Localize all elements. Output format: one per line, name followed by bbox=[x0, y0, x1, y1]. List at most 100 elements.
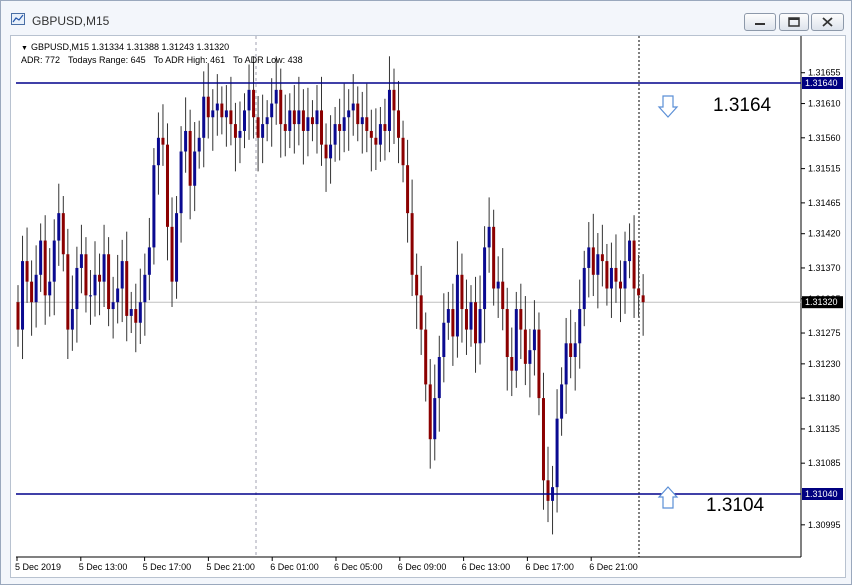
candle-body bbox=[320, 110, 324, 145]
candle-body bbox=[57, 213, 61, 241]
candle-body bbox=[573, 343, 577, 357]
candle-body bbox=[261, 124, 265, 138]
y-tick-label: 1.31465 bbox=[808, 198, 841, 208]
candle-body bbox=[415, 274, 419, 296]
x-tick-label: 6 Dec 01:00 bbox=[270, 562, 319, 572]
candle-body bbox=[238, 130, 242, 138]
candle-body bbox=[451, 309, 455, 337]
candle-body bbox=[383, 124, 387, 131]
level-badge-label: 1.31640 bbox=[805, 78, 838, 88]
candle-body bbox=[641, 295, 645, 303]
candle-body bbox=[369, 130, 373, 138]
candle-body bbox=[93, 274, 97, 296]
candle-body bbox=[582, 267, 586, 310]
candle-body bbox=[537, 329, 541, 399]
candle-body bbox=[211, 110, 215, 118]
minimize-button[interactable] bbox=[744, 13, 776, 31]
candle-body bbox=[315, 110, 319, 125]
candle-body bbox=[605, 261, 609, 289]
title-bar[interactable]: GBPUSD,M15 bbox=[1, 1, 851, 35]
candle-body bbox=[21, 261, 25, 330]
candle-body bbox=[623, 261, 627, 289]
candle-body bbox=[378, 124, 382, 145]
candle-body bbox=[270, 103, 274, 118]
candle-body bbox=[609, 267, 613, 289]
candle-body bbox=[464, 309, 468, 330]
close-button[interactable] bbox=[811, 13, 844, 31]
candle-body bbox=[356, 103, 360, 125]
y-tick-label: 1.31135 bbox=[808, 424, 840, 434]
candle-body bbox=[397, 110, 401, 138]
candle-body bbox=[165, 144, 169, 227]
candle-body bbox=[147, 247, 151, 275]
price-chart[interactable]: 1.31655 1.31610 1.31560 1.31515 1.31465 1.314… bbox=[11, 36, 845, 577]
x-tick-label: 6 Dec 13:00 bbox=[462, 562, 511, 572]
candle-body bbox=[175, 213, 179, 282]
candle-body bbox=[387, 89, 391, 131]
dropdown-triangle-icon[interactable]: ▼ bbox=[21, 45, 28, 52]
y-tick-label: 1.31180 bbox=[808, 393, 840, 403]
x-tick-label: 5 Dec 17:00 bbox=[143, 562, 192, 572]
candle-body bbox=[170, 226, 174, 282]
candle-body bbox=[541, 398, 545, 481]
candle-body bbox=[34, 274, 38, 303]
candle-body bbox=[510, 357, 514, 371]
restore-button[interactable] bbox=[779, 13, 809, 31]
candle-body bbox=[279, 89, 283, 125]
candle-body bbox=[505, 309, 509, 357]
candle-body bbox=[546, 480, 550, 501]
candle-body bbox=[188, 130, 192, 186]
candle-body bbox=[220, 103, 224, 118]
x-tick-label: 6 Dec 17:00 bbox=[525, 562, 574, 572]
candle-body bbox=[478, 309, 482, 344]
candle-body bbox=[102, 254, 106, 282]
candle-body bbox=[215, 103, 219, 111]
candle-body bbox=[265, 117, 269, 125]
y-tick-label: 1.31655 bbox=[808, 68, 841, 78]
candle-body bbox=[446, 309, 450, 323]
candle-body bbox=[324, 144, 328, 159]
candle-body bbox=[437, 357, 441, 399]
candle-body bbox=[428, 384, 432, 440]
x-tick-label: 5 Dec 2019 bbox=[15, 562, 61, 572]
candle-body bbox=[306, 117, 310, 131]
candle-body bbox=[30, 281, 34, 303]
candle-body bbox=[410, 213, 414, 275]
x-tick-label: 5 Dec 13:00 bbox=[79, 562, 128, 572]
candle-body bbox=[351, 103, 355, 111]
candle-body bbox=[523, 329, 527, 364]
restore-icon bbox=[788, 17, 800, 27]
candle-body bbox=[560, 384, 564, 419]
candle-body bbox=[52, 240, 56, 282]
candle-body bbox=[564, 343, 568, 385]
candle-body bbox=[469, 302, 473, 330]
candle-body bbox=[406, 165, 410, 214]
candle-body bbox=[360, 117, 364, 125]
candle-body bbox=[61, 213, 65, 255]
candle-body bbox=[492, 226, 496, 289]
candle-body bbox=[301, 110, 305, 131]
candle-body bbox=[179, 151, 183, 214]
candle-body bbox=[297, 110, 301, 125]
candle-body bbox=[16, 302, 20, 330]
x-tick-label: 6 Dec 05:00 bbox=[334, 562, 383, 572]
minimize-icon bbox=[755, 23, 765, 25]
candle-body bbox=[528, 350, 532, 364]
candle-body bbox=[152, 165, 156, 248]
todays-range: Todays Range: 645 bbox=[68, 55, 146, 65]
candle-body bbox=[591, 247, 595, 275]
candle-body bbox=[618, 281, 622, 289]
x-tick-label: 6 Dec 21:00 bbox=[589, 562, 638, 572]
candle-body bbox=[256, 117, 260, 138]
candle-body bbox=[614, 267, 618, 282]
candle-body bbox=[587, 247, 591, 268]
chart-area[interactable]: 1.31655 1.31610 1.31560 1.31515 1.31465 1.314… bbox=[10, 35, 846, 578]
candle-body bbox=[632, 240, 636, 289]
x-tick-label: 6 Dec 09:00 bbox=[398, 562, 447, 572]
candle-body bbox=[283, 124, 287, 131]
candle-body bbox=[374, 137, 378, 145]
candle-body bbox=[338, 124, 342, 131]
lower-level-label: 1.3104 bbox=[706, 495, 765, 516]
candle-body bbox=[138, 302, 142, 323]
candle-body bbox=[143, 274, 147, 303]
